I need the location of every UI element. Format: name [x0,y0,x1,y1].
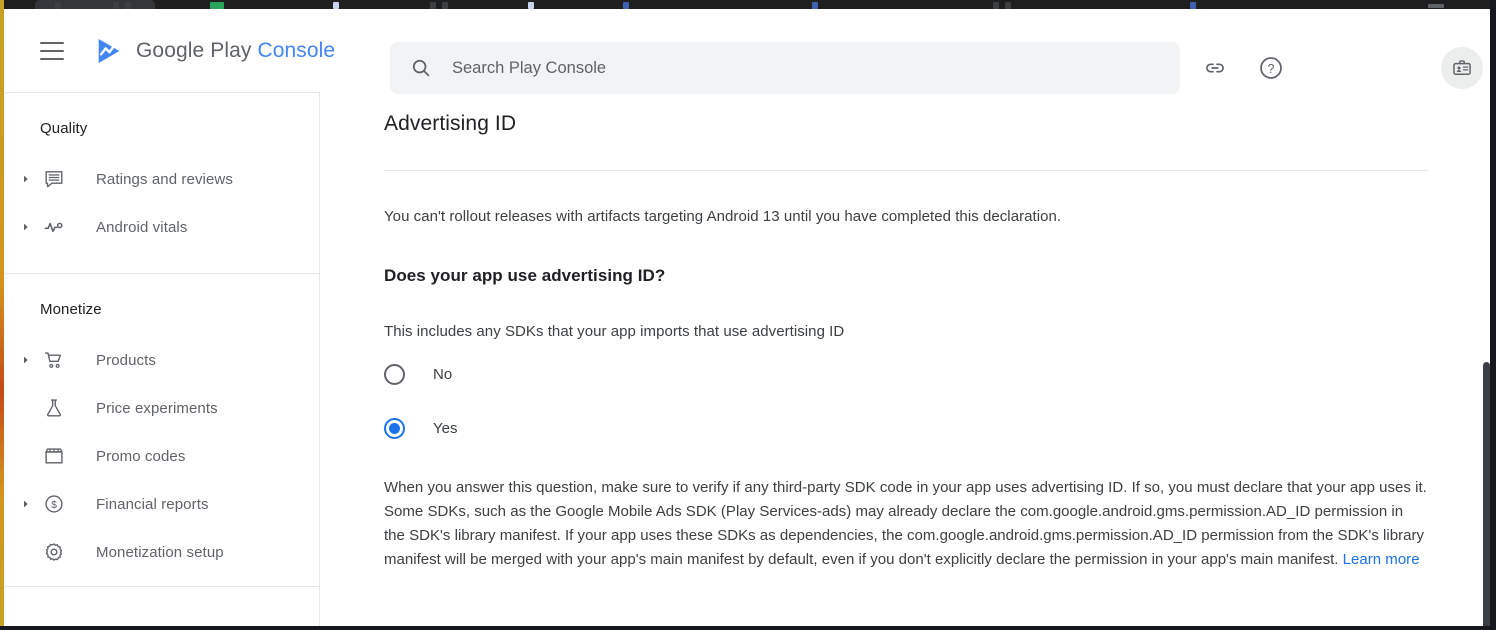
svg-text:$: $ [51,500,57,511]
bookmark-favicon[interactable] [812,2,818,9]
id-badge-icon[interactable] [1441,47,1483,89]
link-icon[interactable] [1194,47,1236,89]
help-circle-icon[interactable]: ? [1250,47,1292,89]
chevron-right-icon[interactable] [16,500,36,508]
bookmark-favicon[interactable] [125,2,131,9]
sidebar-item-price-experiments[interactable]: Price experiments [4,384,319,432]
window-left-border [0,0,4,630]
page-scrollbar[interactable] [1483,362,1490,630]
declaration-question: Does your app use advertising ID? [384,266,666,285]
svg-text:?: ? [1268,62,1275,76]
chevron-right-icon[interactable] [16,223,36,231]
sidebar-item-label: Financial reports [96,495,209,513]
sidebar-item-products[interactable]: Products [4,336,319,384]
bookmark-favicon[interactable] [623,2,629,9]
sidebar-item-financial-reports[interactable]: $ Financial reports [4,480,319,528]
brand-logo-link[interactable]: Google Play Console [94,36,335,66]
sidebar-item-label: Products [96,351,156,369]
radio-option-yes[interactable]: Yes [384,418,457,439]
sidebar-item-label: Monetization setup [96,543,224,561]
page-title: Advertising ID [384,112,517,135]
reviews-icon [42,167,66,191]
gear-icon [42,540,66,564]
window-right-border [1490,0,1496,630]
declaration-subnote: This includes any SDKs that your app imp… [384,323,845,340]
main-content: Advertising ID You can't rollout release… [321,92,1490,630]
sidebar-item-label: Ratings and reviews [96,170,233,188]
search-icon [410,57,432,79]
radio-circle-icon[interactable] [384,364,405,385]
browser-tab[interactable] [35,0,155,9]
sidebar-item-label: Android vitals [96,218,188,236]
brand-title: Google Play Console [136,39,335,63]
sidebar: Quality Ratings and reviews Android vita… [4,92,320,630]
sidebar-item-android-vitals[interactable]: Android vitals [4,203,319,251]
browser-bookmark-strip [0,0,1496,9]
app-root: Google Play Console Search Play Console [0,0,1496,630]
bookmark-favicon[interactable] [993,2,999,9]
bookmark-favicon[interactable] [210,2,224,9]
bookmark-favicon[interactable] [430,2,436,9]
bookmark-favicon[interactable] [1190,2,1196,9]
window-bottom-border [0,626,1496,630]
app-header: Google Play Console Search Play Console [4,9,1490,94]
bookmark-favicon[interactable] [1005,2,1011,9]
sidebar-item-label: Price experiments [96,399,218,417]
radio-dot [389,423,400,434]
radio-option-no[interactable]: No [384,364,452,385]
sidebar-section-title-quality: Quality [40,120,88,137]
bookmark-favicon[interactable] [113,2,119,9]
bookmark-favicon[interactable] [1428,4,1444,8]
chevron-right-icon[interactable] [16,175,36,183]
flask-icon [42,396,66,420]
bookmark-favicon[interactable] [442,2,448,9]
learn-more-link[interactable]: Learn more [1343,551,1420,568]
radio-label: No [433,366,453,383]
hamburger-menu-icon[interactable] [40,41,64,60]
shopping-cart-icon [42,348,66,372]
sidebar-section-title-monetize: Monetize [40,301,102,318]
google-play-logo-icon [94,36,124,66]
brand-google-play: Google Play [136,38,252,62]
radio-circle-selected-icon[interactable] [384,418,405,439]
explanation-text: When you answer this question, make sure… [384,479,1427,568]
sidebar-item-promo-codes[interactable]: Promo codes [4,432,319,480]
search-placeholder-text: Search Play Console [452,58,607,77]
search-input[interactable]: Search Play Console [390,42,1180,94]
radio-label: Yes [433,420,458,437]
sidebar-divider [4,586,319,587]
brand-console: Console [257,38,336,62]
vitals-pulse-icon [42,215,66,239]
sidebar-item-label: Promo codes [96,447,186,465]
title-divider [384,170,1428,171]
bookmark-favicon[interactable] [528,2,534,9]
sidebar-item-monetization-setup[interactable]: Monetization setup [4,528,319,576]
bookmark-favicon[interactable] [333,2,339,9]
dollar-circle-icon: $ [42,492,66,516]
chevron-right-icon[interactable] [16,356,36,364]
storefront-icon [42,444,66,468]
sidebar-item-ratings-and-reviews[interactable]: Ratings and reviews [4,155,319,203]
bookmark-favicon[interactable] [55,2,61,9]
rollout-notice: You can't rollout releases with artifact… [384,208,1062,225]
advertising-id-explanation: When you answer this question, make sure… [384,476,1428,572]
